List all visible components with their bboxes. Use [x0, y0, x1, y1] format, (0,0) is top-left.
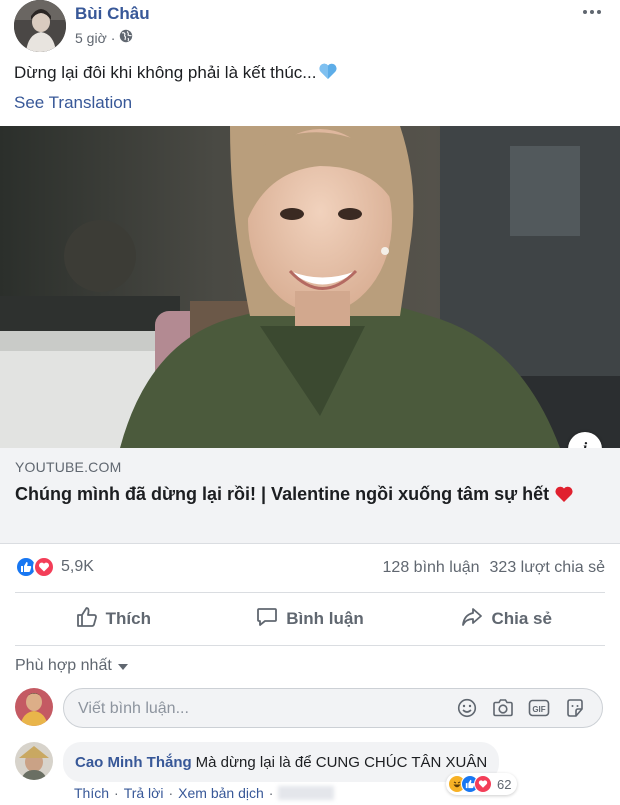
author-name[interactable]: Bùi Châu — [75, 4, 150, 24]
comment-sort-dropdown[interactable]: Phù hợp nhất — [15, 657, 128, 675]
status-text: Dừng lại đôi khi không phải là kết thúc.… — [14, 62, 338, 85]
comment-reactions[interactable]: 62 — [446, 773, 518, 795]
emoji-icon[interactable] — [456, 697, 478, 719]
comment-input[interactable] — [78, 697, 438, 721]
meta-separator: · — [110, 29, 116, 46]
reactions-summary[interactable]: 5,9K — [15, 556, 94, 578]
love-reaction-icon — [474, 775, 492, 793]
reaction-count: 5,9K — [61, 558, 94, 575]
comment-reaction-count: 62 — [497, 776, 512, 792]
commenter-avatar[interactable] — [15, 742, 53, 780]
separator: · — [268, 785, 274, 801]
globe-icon — [119, 29, 133, 46]
reaction-stats: 5,9K 128 bình luận 323 lượt chia sẻ — [15, 556, 605, 580]
comment-composer[interactable]: GIF — [63, 688, 603, 728]
comment-count[interactable]: 128 bình luận — [383, 559, 480, 577]
comment-like-link[interactable]: Thích — [74, 785, 109, 801]
post-actions: Thích Bình luận Chia sẻ — [15, 595, 605, 643]
svg-text:GIF: GIF — [532, 705, 545, 714]
blue-heart-icon — [318, 62, 338, 85]
video-thumbnail[interactable] — [0, 126, 620, 448]
comment-button[interactable]: Bình luận — [212, 595, 409, 643]
caret-down-icon — [117, 657, 128, 675]
link-preview[interactable]: YOUTUBE.COM Chúng mình đã dừng lại rồi! … — [0, 448, 620, 544]
commenter-name[interactable]: Cao Minh Thắng — [75, 754, 192, 771]
share-arrow-icon — [461, 606, 483, 633]
like-label: Thích — [105, 609, 151, 628]
gif-icon[interactable]: GIF — [528, 697, 550, 719]
separator: · — [168, 785, 174, 801]
sticker-icon[interactable] — [564, 697, 586, 719]
separator: · — [114, 785, 119, 801]
thumbs-up-icon — [76, 606, 98, 633]
comment-label: Bình luận — [286, 609, 364, 628]
link-title[interactable]: Chúng mình đã dừng lại rồi! | Valentine … — [15, 482, 605, 509]
sort-label: Phù hợp nhất — [15, 657, 112, 674]
author-avatar[interactable] — [14, 0, 66, 52]
more-options-icon[interactable] — [578, 0, 606, 24]
link-domain: YOUTUBE.COM — [15, 459, 122, 475]
camera-icon[interactable] — [492, 697, 514, 719]
current-user-avatar[interactable] — [15, 688, 53, 726]
red-heart-icon — [554, 485, 574, 509]
divider — [15, 645, 605, 646]
status-text-content: Dừng lại đôi khi không phải là kết thúc.… — [14, 63, 317, 82]
comment-text: Mà dừng lại là để CUNG CHÚC TÂN XUÂN — [195, 754, 488, 771]
see-translation-link[interactable]: See Translation — [14, 93, 132, 113]
share-button[interactable]: Chia sẻ — [408, 595, 605, 643]
composer-icons: GIF — [456, 697, 586, 719]
share-count[interactable]: 323 lượt chia sẻ — [490, 559, 605, 577]
comment-translate-link[interactable]: Xem bản dịch — [178, 785, 264, 801]
post-header: Bùi Châu 5 giờ · — [14, 0, 606, 52]
engagement-counts: 128 bình luận 323 lượt chia sẻ — [383, 559, 605, 577]
speech-bubble-icon — [256, 606, 278, 633]
divider — [15, 592, 605, 593]
facebook-post: Bùi Châu 5 giờ · Dừng lại đôi khi không … — [0, 0, 620, 805]
like-button[interactable]: Thích — [15, 595, 212, 643]
link-title-text: Chúng mình đã dừng lại rồi! | Valentine … — [15, 484, 550, 504]
post-meta: 5 giờ · — [75, 29, 133, 46]
post-time[interactable]: 5 giờ — [75, 30, 107, 46]
comment-time-redacted — [278, 786, 335, 800]
comment-bubble: Cao Minh Thắng Mà dừng lại là để CUNG CHÚ… — [63, 742, 500, 782]
share-label: Chia sẻ — [491, 609, 552, 628]
love-reaction-icon — [33, 556, 55, 578]
comment-actions: Thích · Trả lời · Xem bản dịch · — [74, 785, 335, 801]
comment-reply-link[interactable]: Trả lời — [124, 785, 164, 801]
